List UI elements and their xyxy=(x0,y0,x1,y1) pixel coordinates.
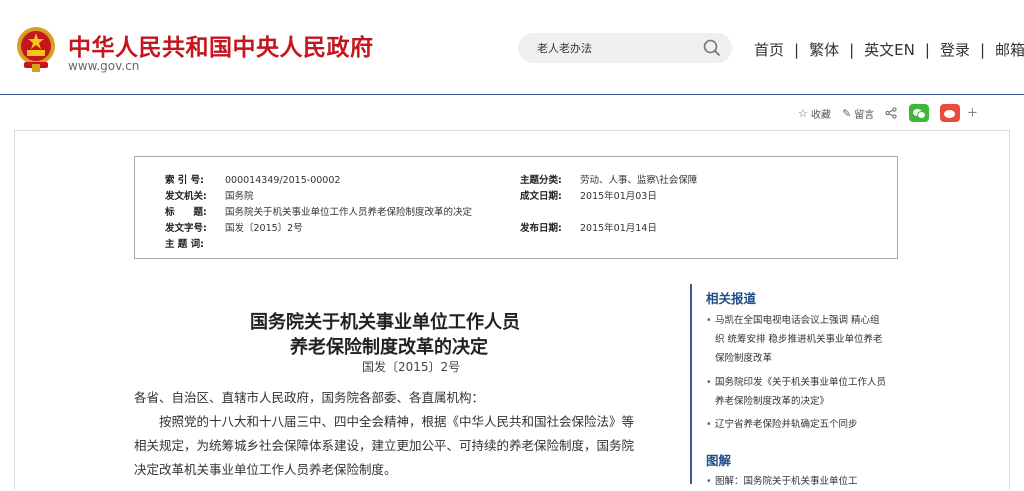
site-name[interactable]: 中华人民共和国中央人民政府 xyxy=(68,28,374,62)
info-category: 主题分类: 劳动、人事、监察\社会保障 xyxy=(520,172,697,186)
document-info-box: 索 引 号: 000014349/2015-00002 主题分类: 劳动、人事、监察… xyxy=(134,156,898,259)
share-bar: ☆ 收藏 ✎ 留言 + xyxy=(798,104,978,124)
related-item[interactable]: 马凯在全国电视电话会议上强调 精心组织 统筹安排 稳步推进机关事业单位养老保险制… xyxy=(706,311,886,368)
info-keywords: 主 题 词: xyxy=(165,236,219,250)
info-docno-label: 发文字号: xyxy=(165,223,207,234)
search-box[interactable]: 老人老办法 xyxy=(518,33,732,63)
nav-mail[interactable]: 邮箱 xyxy=(995,41,1024,59)
info-title-label: 标 题: xyxy=(165,207,207,218)
nav-traditional[interactable]: 繁体 xyxy=(809,41,839,59)
nav-english[interactable]: 英文EN xyxy=(864,41,915,59)
info-published-label: 发布日期: xyxy=(520,223,562,234)
share-icon xyxy=(885,107,898,119)
article-title-line2: 养老保险制度改革的决定 xyxy=(290,337,488,358)
nav-divider: | xyxy=(924,41,930,59)
info-issuer-label: 发文机关: xyxy=(165,191,207,202)
comment-button[interactable]: ✎ 留言 xyxy=(842,106,874,121)
search-input[interactable]: 老人老办法 xyxy=(537,40,592,56)
infographic-title[interactable]: 图解 xyxy=(706,450,731,469)
info-created-label: 成文日期: xyxy=(520,191,562,202)
info-title: 标 题: 国务院关于机关事业单位工作人员养老保险制度改革的决定 xyxy=(165,204,472,218)
nav-login[interactable]: 登录 xyxy=(940,41,970,59)
search-icon[interactable] xyxy=(702,38,722,58)
related-item[interactable]: 辽宁省养老保险并轨确定五个同步 xyxy=(706,415,886,434)
info-docno: 发文字号: 国发〔2015〕2号 xyxy=(165,220,303,234)
article-doc-number: 国发〔2015〕2号 xyxy=(362,360,461,374)
article-title-line1: 国务院关于机关事业单位工作人员 xyxy=(250,312,520,333)
article-para1-line3: 决定改革机关事业单位工作人员养老保险制度。 xyxy=(134,462,397,477)
info-created: 成文日期: 2015年01月03日 xyxy=(520,188,657,202)
favorite-button[interactable]: ☆ 收藏 xyxy=(798,106,831,121)
info-index-value: 000014349/2015-00002 xyxy=(225,175,341,186)
info-issuer: 发文机关: 国务院 xyxy=(165,188,254,202)
more-share-icon[interactable]: + xyxy=(967,106,978,121)
info-keywords-label: 主 题 词: xyxy=(165,239,204,250)
info-published: 发布日期: 2015年01月14日 xyxy=(520,220,657,234)
nav-divider: | xyxy=(979,41,985,59)
related-sidebar: 相关报道 马凯在全国电视电话会议上强调 精心组织 统筹安排 稳步推进机关事业单位… xyxy=(690,284,890,491)
pencil-icon: ✎ xyxy=(842,106,852,120)
share-button[interactable] xyxy=(885,107,898,119)
related-reports-title[interactable]: 相关报道 xyxy=(706,288,756,307)
info-category-label: 主题分类: xyxy=(520,175,562,186)
article-para1-line1: 按照党的十八大和十八届三中、四中全会精神，根据《中华人民共和国社会保险法》等 xyxy=(134,414,635,429)
article-para1-line2: 相关规定，为统筹城乡社会保障体系建设，建立更加公平、可持续的养老保险制度，国务院 xyxy=(134,438,635,453)
article-salutation: 各省、自治区、直辖市人民政府，国务院各部委、各直属机构： xyxy=(134,390,485,405)
info-category-value: 劳动、人事、监察\社会保障 xyxy=(580,175,698,186)
info-title-value: 国务院关于机关事业单位工作人员养老保险制度改革的决定 xyxy=(225,207,473,218)
national-emblem-icon[interactable] xyxy=(15,24,57,72)
nav-divider: | xyxy=(849,41,855,59)
site-header: 中华人民共和国中央人民政府 www.gov.cn 老人老办法 首页 | 繁体 | 英文E… xyxy=(0,0,1024,95)
site-url[interactable]: www.gov.cn xyxy=(68,59,139,73)
nav-home[interactable]: 首页 xyxy=(754,41,784,59)
info-docno-value: 国发〔2015〕2号 xyxy=(225,223,303,234)
info-index-label: 索 引 号: xyxy=(165,175,204,186)
weibo-share-icon[interactable] xyxy=(939,104,960,122)
star-icon: ☆ xyxy=(798,106,808,120)
infographic-item[interactable]: 图解：国务院关于机关事业单位工 xyxy=(706,472,886,491)
info-index: 索 引 号: 000014349/2015-00002 xyxy=(165,172,340,186)
info-created-value: 2015年01月03日 xyxy=(580,191,657,202)
related-item[interactable]: 国务院印发《关于机关事业单位工作人员养老保险制度改革的决定》 xyxy=(706,373,886,411)
wechat-share-icon[interactable] xyxy=(908,104,929,122)
nav-divider: | xyxy=(794,41,800,59)
favorite-label: 收藏 xyxy=(810,109,831,121)
info-issuer-value: 国务院 xyxy=(225,191,254,202)
top-nav: 首页 | 繁体 | 英文EN | 登录 | 邮箱 xyxy=(754,39,1024,60)
info-published-value: 2015年01月14日 xyxy=(580,223,657,234)
comment-label: 留言 xyxy=(854,109,875,121)
